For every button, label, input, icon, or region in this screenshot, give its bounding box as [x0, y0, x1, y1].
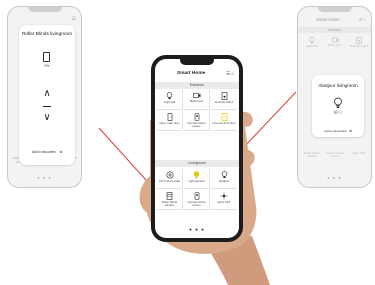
app-header: Smart Home ☰ ⌂	[155, 70, 239, 79]
tile-label: Roller blinds window	[161, 200, 178, 208]
tile-roller-blinds-window[interactable]: Roller blinds window	[157, 190, 183, 210]
center-phone: Smart Home ☰ ⌂ Entrance Light hall Bulle…	[151, 55, 243, 242]
livingroom-grid: 21/°C thermostat Light general Abatjour …	[157, 169, 237, 213]
bulb-icon	[193, 171, 200, 178]
tile-label: Internal motion sensor	[187, 121, 206, 129]
tile-bullet-door[interactable]: Bullet door	[184, 90, 210, 110]
menu-home-icons[interactable]: ☰ ⌂	[226, 71, 234, 77]
tile-internal-motion-sensor[interactable]: Internal motion sensor	[184, 111, 210, 131]
phone-notch	[180, 59, 214, 65]
camera-icon	[192, 92, 200, 99]
tile-thermostat[interactable]: 21/°C thermostat	[157, 169, 183, 189]
tile-label: Abatjour	[218, 179, 230, 183]
tile-label: doorbell switch	[214, 100, 234, 104]
tile-open-main-door[interactable]: Open main door	[157, 111, 183, 131]
tile-armored-front-door[interactable]: armored front door	[211, 111, 237, 131]
tile-label: armored front door	[212, 121, 236, 125]
tile-label: Bullet door	[189, 99, 204, 103]
tile-lights-off[interactable]: lights OFF	[211, 190, 237, 210]
section-entrance: Entrance	[155, 82, 239, 89]
section-livingroom: Livingroom	[155, 160, 239, 167]
tile-label: lights OFF	[217, 200, 231, 204]
sensor-icon	[194, 113, 199, 121]
tile-label: 21/°C thermostat	[158, 179, 181, 183]
door-icon	[167, 113, 172, 121]
lights-off-icon	[220, 192, 228, 200]
sensor-icon	[194, 192, 199, 200]
bulb-icon	[166, 92, 173, 99]
blinds-icon	[166, 192, 173, 200]
tile-label: Light hall	[163, 100, 176, 104]
tile-doorbell-switch[interactable]: doorbell switch	[211, 90, 237, 110]
armored-door-icon	[221, 113, 227, 121]
phone-screen: Smart Home ☰ ⌂ Entrance Light hall Bulle…	[155, 59, 239, 238]
tile-label: Internal motion sensor	[187, 200, 206, 208]
tile-internal-motion-sensor[interactable]: Internal motion sensor	[184, 190, 210, 210]
tile-light-hall[interactable]: Light hall	[157, 90, 183, 110]
entrance-grid: Light hall Bullet door doorbell switch O…	[157, 90, 237, 134]
tile-light-general[interactable]: Light general	[184, 169, 210, 189]
tile-label: Light general	[188, 179, 205, 183]
lamp-icon	[221, 171, 227, 178]
app-title: Smart Home	[177, 71, 206, 76]
page-dots: ● ● ●	[189, 227, 205, 232]
tile-label: Open main door	[159, 121, 180, 125]
thermostat-icon	[165, 171, 174, 179]
doorbell-icon	[221, 92, 227, 100]
tile-abatjour[interactable]: Abatjour	[211, 169, 237, 189]
